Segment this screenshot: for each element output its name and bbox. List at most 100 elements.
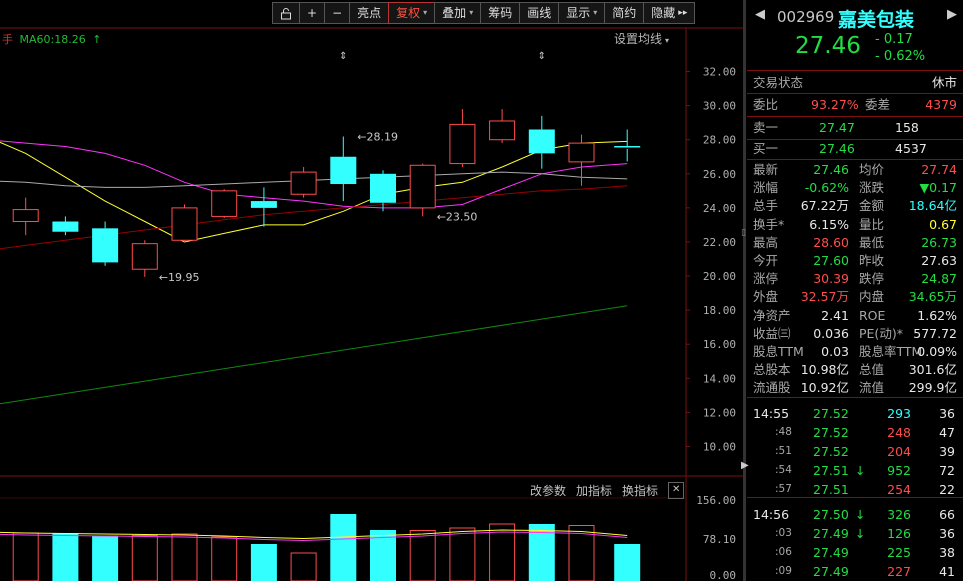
candle[interactable]	[489, 109, 516, 144]
change-params-button[interactable]: 改参数	[530, 482, 566, 499]
event-marker-icon[interactable]: ⇕	[339, 51, 347, 62]
chips-button[interactable]: 筹码	[480, 2, 521, 24]
candle[interactable]	[330, 136, 357, 202]
candle[interactable]	[250, 187, 277, 227]
prev-stock-button[interactable]: ◀	[755, 7, 765, 22]
tick-row[interactable]: :09 27.49 227 41	[753, 562, 959, 581]
stat-value: 6.15%	[809, 216, 849, 232]
candle[interactable]	[614, 129, 641, 162]
kline-chart-pane[interactable]: 32.00 30.00 28.00 26.00 24.00 22.00 20.00 18.00…	[0, 0, 743, 581]
zoom-in-label: +	[307, 6, 318, 20]
stat-row: 最新 27.46 均价 27.74	[753, 161, 961, 179]
stat-row: 股息TTM 0.03 股息率TTM 0.09%	[753, 343, 961, 361]
chips-label: 筹码	[488, 6, 513, 20]
tick-row[interactable]: :48 27.52 248 47	[753, 423, 959, 442]
draw-line-button[interactable]: 画线	[519, 2, 560, 24]
candle[interactable]	[211, 189, 238, 219]
stat-value: 18.64亿	[908, 198, 957, 214]
hide-button[interactable]: 隐藏 ▸▸	[643, 2, 696, 24]
ma-settings-button[interactable]: 设置均线 ▾	[614, 30, 669, 47]
tick-time: :09	[775, 565, 792, 577]
tick-row[interactable]: 14:55 27.52 293 36	[753, 404, 959, 423]
tick-price: 27.52	[813, 444, 849, 459]
tick-volume: 126	[887, 526, 911, 541]
tick-volume: 204	[887, 444, 911, 459]
tick-row[interactable]: :51 27.52 204 39	[753, 442, 959, 461]
stat-label: 涨跌	[859, 180, 885, 196]
candle[interactable]	[409, 163, 436, 217]
simple-label: 简约	[612, 6, 637, 20]
candle[interactable]	[449, 109, 476, 167]
tick-row[interactable]: :03 27.49 ↓ 126 36	[753, 524, 959, 543]
stat-label: 股息率TTM	[859, 344, 923, 359]
candle[interactable]	[131, 240, 158, 277]
highlight-button[interactable]: 亮点	[349, 2, 390, 24]
stat-value: 0.67	[929, 216, 957, 232]
lock-icon[interactable]	[272, 2, 300, 24]
tick-row[interactable]: 14:56 27.50 ↓ 326 66	[753, 505, 959, 524]
stat-row: 流通股 10.92亿 流值 299.9亿	[753, 379, 961, 397]
candle[interactable]	[12, 197, 39, 236]
buy1-row[interactable]: 买一 27.46 4537	[753, 140, 961, 158]
tick-row[interactable]: :54 27.51 ↓ 952 72	[753, 461, 959, 480]
display-button[interactable]: 显示 ▾	[558, 2, 606, 24]
price-tick-label: 12.00	[703, 406, 736, 419]
candle[interactable]	[171, 204, 198, 242]
ma-settings-label: 设置均线	[614, 32, 663, 46]
pane-divider[interactable]	[743, 0, 746, 581]
simple-button[interactable]: 简约	[604, 2, 645, 24]
tick-price: 27.51	[813, 463, 849, 478]
next-stock-button[interactable]: ▶	[947, 7, 957, 22]
price-annotation: ←23.50	[437, 210, 478, 223]
highlight-label: 亮点	[357, 6, 382, 20]
trade-status-label: 交易状态	[753, 75, 804, 90]
tick-price: 27.49	[813, 545, 849, 560]
volume-panel-controls: 改参数 加指标 换指标 ✕	[530, 482, 685, 499]
stat-label: 内盘	[859, 289, 885, 305]
weicha-label: 委差	[865, 97, 891, 112]
price-tick-label: 28.00	[703, 134, 736, 147]
price-annotation: ←28.19	[357, 130, 398, 143]
chevron-down-icon: ▾	[665, 36, 670, 45]
candle[interactable]	[52, 216, 79, 236]
stock-code: 002969	[777, 8, 835, 26]
stat-label: 流通股	[753, 380, 791, 396]
volume-bar	[92, 535, 119, 581]
candle-body	[52, 221, 79, 232]
stat-value: 577.72	[913, 325, 957, 341]
close-icon[interactable]: ✕	[668, 482, 685, 499]
add-indicator-button[interactable]: 加指标	[576, 482, 612, 499]
overlay-button[interactable]: 叠加 ▾	[434, 2, 482, 24]
tick-price: 27.49	[813, 564, 849, 579]
price-tick-label: 10.00	[703, 440, 736, 453]
candle[interactable]	[92, 221, 119, 266]
stat-value: 1.62%	[917, 307, 957, 323]
sell1-row[interactable]: 卖一 27.47 158	[753, 119, 961, 137]
stat-value: -0.62%	[804, 180, 849, 196]
candle[interactable]	[528, 115, 555, 169]
zoom-in-button[interactable]: +	[299, 2, 326, 24]
event-marker-icon[interactable]: ⇕	[538, 51, 546, 62]
stat-value: 0.03	[821, 344, 849, 359]
tick-count: 72	[939, 463, 955, 478]
expand-arrow-icon[interactable]: ▯	[741, 228, 746, 238]
price-tick-label: 20.00	[703, 270, 736, 283]
stat-label: 跌停	[859, 271, 885, 287]
stat-row: 外盘 32.57万 内盘 34.65万	[753, 288, 961, 306]
stat-label: 最高	[753, 234, 779, 250]
zoom-out-button[interactable]: −	[324, 2, 351, 24]
candle-body	[12, 209, 39, 223]
down-arrow-icon: ↓	[855, 507, 866, 522]
volume-bar	[449, 527, 476, 581]
switch-indicator-button[interactable]: 换指标	[622, 482, 658, 499]
candle[interactable]	[290, 166, 317, 198]
price-tick-label: 32.00	[703, 66, 736, 79]
stat-row: 最高 28.60 最低 26.73	[753, 234, 961, 252]
tick-volume: 326	[887, 507, 911, 522]
ma-line-ma60	[0, 305, 628, 405]
tick-row[interactable]: :06 27.49 225 38	[753, 543, 959, 562]
adjust-button[interactable]: 复权 ▾	[388, 2, 436, 24]
sell1-label: 卖一	[753, 120, 779, 135]
tick-time: 14:56	[753, 507, 790, 522]
tick-count: 36	[939, 526, 955, 541]
